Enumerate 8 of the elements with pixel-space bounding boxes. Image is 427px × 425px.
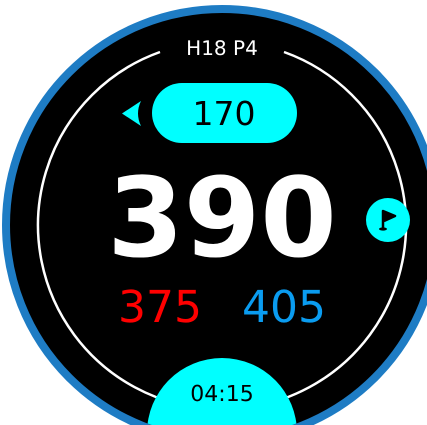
flag-icon: [379, 209, 397, 231]
clock-time: 04:15: [190, 382, 254, 408]
flag-button[interactable]: [366, 198, 410, 242]
distance-value: 390: [107, 163, 337, 273]
edge-distance: 405: [242, 284, 326, 332]
edge-distance: 375: [118, 284, 202, 332]
left-arrow-icon: [122, 101, 140, 126]
hole-par-label: H18 P4: [186, 36, 258, 60]
